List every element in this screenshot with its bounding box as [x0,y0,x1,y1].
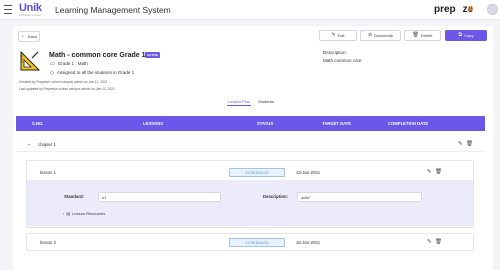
assignment-text: Assigned to all the students in Grade 1 [56,70,135,75]
column-header-lessons: LESSONS [143,121,164,126]
assignment-info: ◇ Assigned to all the students in Grade … [50,70,134,76]
delete-icon: 🗑 [412,32,419,38]
app-logo[interactable]: Unik [19,3,42,14]
lesson-name: lesson 2 [40,240,57,245]
copy-icon: ⧉ [458,32,463,38]
chevron-right-icon: › [63,211,65,216]
delete-icon[interactable]: 🗑 [466,141,473,147]
description-value: Math common core [323,58,362,63]
deactivate-label: Deactivate [374,33,394,38]
back-arrow-icon: ← [21,33,27,39]
chapter-row[interactable] [16,135,485,152]
active-tab-indicator [227,105,251,106]
brand-text: prep [434,4,456,15]
copy-button[interactable]: ⧉ Copy [445,30,487,41]
edit-button[interactable]: ✎ Edit [319,30,357,41]
delete-label: Delete [420,33,433,38]
edit-icon: ✎ [331,32,336,38]
document-icon: ▤ [66,211,71,216]
column-header-target-date: TARGET DATE [322,121,352,126]
lesson-details [27,180,473,226]
chapter-title: chapter 1 [38,142,56,147]
user-avatar[interactable] [487,4,498,15]
lesson-target-date: 15-Jan-2021 [296,240,321,245]
chevron-down-icon[interactable]: ⌄ [27,141,31,147]
standard-field[interactable]: s1 [98,192,221,202]
updated-by-note: Last updated by Prepeeze school campus a… [19,87,115,91]
description-field[interactable]: adfsf [297,192,422,202]
course-icon [20,50,41,71]
copy-label: Copy [464,33,474,38]
edit-icon[interactable]: ✎ [427,169,432,175]
tag-icon: ◇ [50,69,54,76]
status-badge: ACTIVE [145,52,161,58]
deactivate-button[interactable]: ⊘ Deactivate [360,30,401,41]
edit-icon[interactable]: ✎ [458,141,463,147]
grade-subject: ▭ Grade 1 : Math [50,61,88,67]
description-label: Description: [323,50,347,55]
tab-students[interactable]: Students [258,99,274,104]
edit-label: Edit [337,33,345,38]
lesson-target-date: 13-Jan-2021 [296,170,321,175]
deactivate-icon: ⊘ [367,32,373,38]
brand-dot-icon [468,6,473,11]
back-label: Back [28,34,37,39]
app-title: Learning Management System [55,5,171,15]
hamburger-icon[interactable] [4,5,12,14]
description-label: Description: [263,194,289,199]
book-icon: ▭ [50,60,55,67]
app-logo-subtitle: a Prepeeze product [19,14,41,17]
lesson-resources-label: Lesson Resources [72,211,106,216]
delete-icon[interactable]: 🗑 [435,169,442,175]
edit-icon[interactable]: ✎ [427,239,432,245]
column-header-completion-date: COMPLETION DATE [388,121,429,126]
tab-lesson-plan[interactable]: Lesson Plan [228,99,250,104]
delete-button[interactable]: 🗑 Delete [404,30,441,41]
column-header-status: STATUS [257,121,274,126]
back-button[interactable]: ← Back [18,31,40,42]
delete-icon[interactable]: 🗑 [435,239,442,245]
lesson-name: lesson 1 [40,170,57,175]
status-badge: SCHEDULED [229,238,285,247]
lesson-resources-toggle[interactable]: › ▤ Lesson Resources [63,211,105,216]
status-badge: SCHEDULED [229,168,285,177]
created-by-note: Created by Prepeeze school campus admin … [19,80,108,84]
course-title: Math - common core Grade 1 [49,52,146,59]
standard-label: Standard: [64,194,85,199]
column-header-sno: S.NO. [32,121,44,126]
grade-subject-text: Grade 1 : Math [57,61,88,66]
